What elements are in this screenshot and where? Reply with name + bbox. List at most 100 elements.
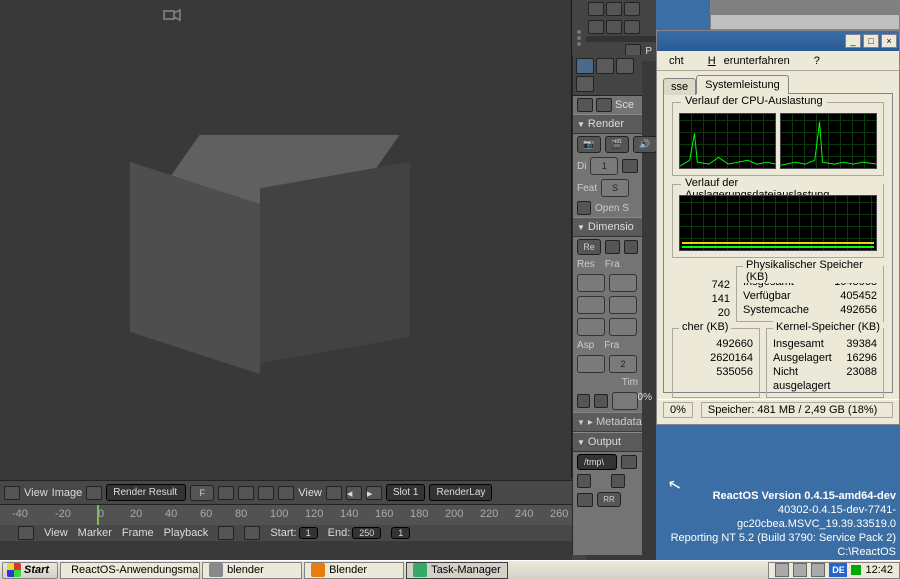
taskbar-item-blender-1[interactable]: blender	[202, 562, 302, 579]
slot-select[interactable]: Slot 1	[386, 484, 426, 501]
res-y-field[interactable]	[577, 296, 605, 314]
current-frame-field[interactable]: 1	[391, 527, 410, 539]
menu-item[interactable]: cht	[665, 53, 688, 69]
render-anim-button[interactable]: 🎬	[605, 136, 629, 153]
res-pct-field[interactable]	[577, 318, 605, 336]
res-x-field[interactable]	[577, 274, 605, 292]
world-tab-icon[interactable]	[616, 58, 634, 74]
frame-step-field[interactable]	[609, 318, 637, 336]
render-audio-button[interactable]: 🔊	[633, 136, 657, 153]
viewport-icon[interactable]	[278, 486, 294, 500]
folder-icon[interactable]	[621, 455, 637, 469]
end-frame-field[interactable]: 250	[352, 527, 381, 539]
taskbar-item-anwendungsmanager[interactable]: ReactOS-Anwendungsmana…	[60, 562, 200, 579]
render-result-field[interactable]: Render Result	[106, 484, 186, 501]
tab-systemleistung[interactable]: Systemleistung	[696, 75, 789, 94]
start-frame-field[interactable]: 1	[299, 527, 318, 539]
titlebar[interactable]: _ □ ×	[657, 31, 899, 51]
remove-icon[interactable]	[624, 240, 639, 254]
tick: 80	[235, 508, 247, 520]
cursor-icon[interactable]	[606, 2, 622, 16]
tl-frame-menu[interactable]: Frame	[122, 527, 154, 539]
f-button[interactable]: F	[190, 485, 214, 501]
renderlayer-select[interactable]: RenderLay	[429, 484, 492, 501]
start-label: Start	[24, 564, 49, 576]
asp-x-field[interactable]	[577, 355, 605, 373]
tl-playback-menu[interactable]: Playback	[164, 527, 209, 539]
clock[interactable]: 12:42	[865, 564, 893, 576]
eye-icon[interactable]	[588, 20, 604, 34]
output-cb2[interactable]	[611, 474, 625, 488]
display-field[interactable]: 1	[590, 157, 618, 175]
render-image-button[interactable]: 📷	[577, 136, 601, 153]
menu-help[interactable]: ?	[810, 53, 824, 69]
prev-icon[interactable]: ◂	[346, 486, 362, 500]
render-viewport[interactable]	[0, 0, 572, 478]
render-section-header[interactable]: Render	[573, 114, 642, 134]
image-menu[interactable]: Image	[52, 487, 83, 499]
usb-icon[interactable]	[811, 563, 825, 577]
view-menu[interactable]: View	[24, 487, 48, 499]
keying-icon[interactable]	[244, 526, 260, 540]
next-icon[interactable]: ▸	[366, 486, 382, 500]
border-checkbox[interactable]	[577, 394, 590, 408]
close-button[interactable]: ×	[881, 34, 897, 48]
render-tab-icon[interactable]	[576, 58, 594, 74]
stat-label: Nicht ausgelagert	[773, 365, 846, 393]
language-indicator[interactable]: DE	[829, 563, 847, 577]
taskbar-item-taskmanager[interactable]: Task-Manager	[406, 562, 508, 579]
output-section-header[interactable]: Output	[573, 432, 642, 452]
tick: 160	[375, 508, 393, 520]
commit-box: cher (KB) 492660 2620164 535056	[672, 328, 760, 398]
app-icon	[209, 563, 223, 577]
image-icon[interactable]	[86, 486, 102, 500]
editor-type-icon[interactable]	[4, 486, 20, 500]
format-rgb-button[interactable]: RR	[597, 492, 621, 507]
open-s-checkbox[interactable]	[577, 201, 591, 215]
cursor-icon[interactable]	[606, 20, 622, 34]
format-list-icon[interactable]	[577, 493, 593, 507]
metadata-section-header[interactable]: ▸ Metadata	[573, 412, 642, 432]
tl-marker-menu[interactable]: Marker	[78, 527, 112, 539]
taskbar-item-blender-2[interactable]: Blender	[304, 562, 404, 579]
frame-start-field[interactable]	[609, 274, 637, 292]
volume-icon[interactable]	[775, 563, 789, 577]
end-label: End:	[328, 527, 351, 539]
sync-icon[interactable]	[218, 526, 234, 540]
frame-end-field[interactable]	[609, 296, 637, 314]
preset-button[interactable]: Re	[577, 239, 601, 255]
eye-icon[interactable]	[588, 2, 604, 16]
fps-field[interactable]: 2	[609, 355, 637, 373]
network-icon[interactable]	[793, 563, 807, 577]
lock-icon[interactable]	[622, 159, 638, 173]
add-icon[interactable]	[218, 486, 234, 500]
render-icon[interactable]	[624, 2, 640, 16]
pin-icon[interactable]	[258, 486, 274, 500]
object-tab-icon[interactable]	[576, 76, 594, 92]
unlink-icon[interactable]	[238, 486, 254, 500]
pin-icon[interactable]	[577, 98, 593, 112]
render-icon[interactable]	[624, 20, 640, 34]
view-menu-2[interactable]: View	[298, 487, 322, 499]
cpu-meter-icon[interactable]	[851, 565, 861, 575]
dimensions-section-header[interactable]: Dimensio	[573, 217, 642, 237]
expand-icon[interactable]	[326, 486, 342, 500]
menu-herunterfahren[interactable]: Herunterfahren	[700, 53, 798, 69]
totals-val: 141	[712, 292, 730, 306]
output-path-field[interactable]: /tmp\	[577, 454, 617, 470]
tl-view-menu[interactable]: View	[44, 527, 68, 539]
add-icon[interactable]	[605, 240, 620, 254]
tab-processes[interactable]: sse	[663, 78, 696, 95]
stat-val: 23088	[846, 365, 877, 393]
tick: 240	[515, 508, 533, 520]
start-button[interactable]: Start	[2, 562, 58, 579]
blender-window: P Sce Render 📷🎬🔊 Di1 FeatS Open S Dimens…	[0, 0, 656, 560]
feature-field[interactable]: S	[601, 179, 629, 197]
output-cb1[interactable]	[577, 474, 591, 488]
scene-tab-icon[interactable]	[596, 58, 614, 74]
maximize-button[interactable]: □	[863, 34, 879, 48]
editor-type-icon[interactable]	[18, 526, 34, 540]
crop-checkbox[interactable]	[594, 394, 607, 408]
minimize-button[interactable]: _	[845, 34, 861, 48]
timeline-ruler[interactable]: -40 -20 0 20 40 60 80 100 120 140 160 18…	[0, 505, 572, 525]
